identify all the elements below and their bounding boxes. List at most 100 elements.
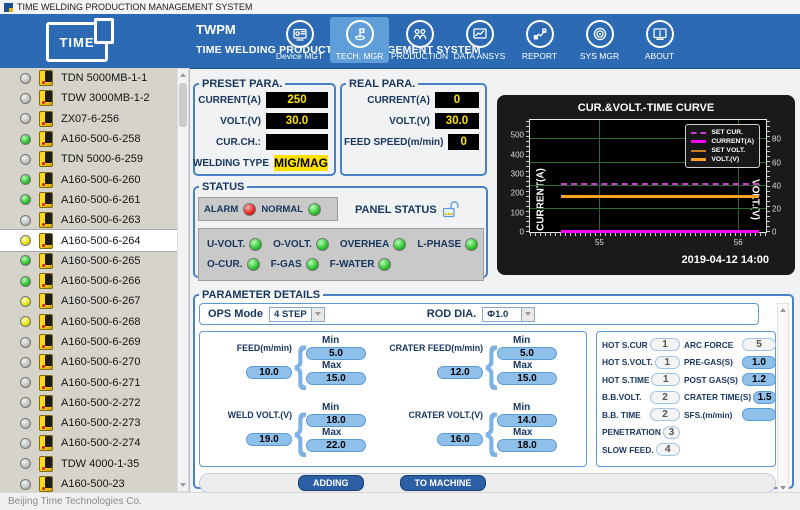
sidebar-item-tdn-5000mb-1-1[interactable]: TDN 5000MB-1-1	[0, 68, 178, 88]
min-value-pill[interactable]: 14.0	[497, 414, 557, 427]
sidebar-item-a160-500-6-270[interactable]: A160-500-6-270	[0, 352, 178, 372]
welding-type-display: MIG/MAG	[274, 155, 328, 171]
sidebar-item-a160-500-2-272[interactable]: A160-500-2-272	[0, 393, 178, 413]
list-param-label: POST GAS(S)	[684, 375, 738, 385]
min-value-pill[interactable]: 5.0	[497, 347, 557, 360]
min-label: Min	[513, 335, 530, 347]
group-value-pill[interactable]: 19.0	[246, 433, 292, 446]
sidebar-scrollbar[interactable]	[177, 68, 189, 492]
legend-entry-volt-v: VOLT.(V)	[691, 155, 754, 164]
nav-device-mgt[interactable]: Device MGT	[270, 17, 329, 63]
scroll-down-icon[interactable]	[178, 479, 188, 491]
list-param-pill[interactable]: 2	[650, 391, 680, 404]
alarm-led	[243, 203, 256, 216]
sidebar-item-a160-500-23[interactable]: A160-500-23	[0, 474, 178, 492]
sidebar-item-tdw-3000mb-1-2[interactable]: TDW 3000MB-1-2	[0, 88, 178, 108]
param-display-feed-speed-m-min: 0	[448, 134, 479, 150]
left-axis-tick: 500	[511, 131, 524, 140]
list-param-pill[interactable]	[742, 408, 776, 421]
list-param-pill[interactable]: 1	[651, 373, 680, 386]
indicator-u-volt: U-VOLT.	[207, 238, 262, 251]
min-value-pill[interactable]: 18.0	[306, 414, 366, 427]
param-row: CUR.CH.:	[197, 134, 328, 150]
list-param-pill[interactable]: 1.5	[753, 391, 776, 404]
max-value-pill[interactable]: 15.0	[497, 372, 557, 385]
ops-mode-value[interactable]: 4 STEP	[269, 307, 312, 322]
list-param-pill[interactable]: 1.0	[742, 356, 776, 369]
indicator-led	[249, 238, 262, 251]
window-icon	[4, 3, 13, 12]
legend-swatch	[691, 132, 706, 134]
list-param-sfs-m-min: SFS.(m/min)	[684, 408, 776, 421]
legend-entry-set-volt: SET VOLT.	[691, 146, 754, 155]
sidebar-item-a160-500-6-265[interactable]: A160-500-6-265	[0, 251, 178, 271]
group-value-pill[interactable]: 12.0	[437, 366, 483, 379]
nav-sys-mgr[interactable]: SYS MGR	[570, 17, 629, 63]
to-machine-button[interactable]: TO MACHINE	[400, 475, 487, 491]
production-icon	[406, 20, 434, 48]
scroll-up-icon[interactable]	[778, 304, 788, 316]
sidebar-item-a160-500-6-264[interactable]: A160-500-6-264	[0, 230, 178, 250]
sidebar-item-a160-500-6-258[interactable]: A160-500-6-258	[0, 129, 178, 149]
panel-status-label: PANEL STATUS	[355, 204, 437, 216]
params-scrollbar[interactable]	[777, 303, 789, 495]
sidebar-item-a160-500-6-260[interactable]: A160-500-6-260	[0, 169, 178, 189]
group-value-pill[interactable]: 16.0	[437, 433, 483, 446]
max-value-pill[interactable]: 22.0	[306, 439, 366, 452]
nav-report[interactable]: REPORT	[510, 17, 569, 63]
sidebar-item-a160-500-6-267[interactable]: A160-500-6-267	[0, 291, 178, 311]
nav-production[interactable]: PRODUCTION	[390, 17, 449, 63]
device-label: A160-500-23	[61, 478, 125, 490]
scroll-up-icon[interactable]	[178, 69, 188, 81]
sidebar-item-tdw-4000-1-35[interactable]: TDW 4000-1-35	[0, 454, 178, 474]
device-label: A160-500-6-266	[61, 275, 141, 287]
nav-about[interactable]: ABOUT	[630, 17, 689, 63]
list-param-pre-gas-s: PRE-GAS(S)1.0	[684, 356, 776, 369]
nav-tech-mgr[interactable]: TECH. MGR	[330, 17, 389, 63]
ops-mode-select[interactable]: 4 STEP	[269, 307, 325, 322]
chevron-down-icon[interactable]	[312, 307, 325, 322]
sidebar-item-a160-500-6-266[interactable]: A160-500-6-266	[0, 271, 178, 291]
max-value-pill[interactable]: 15.0	[306, 372, 366, 385]
welding-machine-icon	[39, 172, 53, 188]
preset-para-panel: PRESET PARA. CURRENT(A)250VOLT.(V)30.0CU…	[193, 78, 336, 176]
list-param-pill[interactable]: 2	[650, 408, 680, 421]
list-param-pill[interactable]: 1	[650, 338, 680, 351]
rod-dia-value[interactable]: Φ1.0	[482, 307, 522, 322]
list-param-arc-force: ARC FORCE5	[684, 338, 776, 351]
list-param-slow-feed: SLOW FEED.4	[602, 443, 680, 456]
list-param-pill[interactable]: 5	[742, 338, 776, 351]
min-label: Min	[513, 402, 530, 414]
list-param-pill[interactable]: 4	[656, 443, 680, 456]
sys-mgr-icon	[586, 20, 614, 48]
adding-button[interactable]: ADDING	[298, 475, 364, 491]
sidebar-item-a160-500-2-274[interactable]: A160-500-2-274	[0, 433, 178, 453]
indicator-led	[393, 238, 406, 251]
sidebar-item-a160-500-6-269[interactable]: A160-500-6-269	[0, 332, 178, 352]
rod-dia-select[interactable]: Φ1.0	[482, 307, 535, 322]
sidebar-item-zx07-6-256[interactable]: ZX07-6-256	[0, 109, 178, 129]
chevron-down-icon[interactable]	[522, 307, 535, 322]
right-axis-tick: 0	[772, 228, 776, 237]
legend-label: SET VOLT.	[711, 147, 745, 154]
nav-data-ansys[interactable]: DATA ANSYS	[450, 17, 509, 63]
sidebar-item-tdn-5000-6-259[interactable]: TDN 5000-6-259	[0, 149, 178, 169]
device-label: A160-500-2-273	[61, 417, 141, 429]
list-param-pill[interactable]: 3	[663, 426, 680, 439]
sidebar-item-a160-500-6-261[interactable]: A160-500-6-261	[0, 190, 178, 210]
device-label: A160-500-2-274	[61, 437, 141, 449]
min-value-pill[interactable]: 5.0	[306, 347, 366, 360]
scrollbar-thumb[interactable]	[179, 83, 187, 127]
panel-status: PANEL STATUS	[355, 201, 461, 218]
group-value-pill[interactable]: 10.0	[246, 366, 292, 379]
list-param-pill[interactable]: 1	[655, 356, 680, 369]
indicator-label: OVERHEA	[340, 239, 389, 250]
max-value-pill[interactable]: 18.0	[497, 439, 557, 452]
device-mgt-icon	[286, 20, 314, 48]
sidebar-item-a160-500-6-268[interactable]: A160-500-6-268	[0, 312, 178, 332]
welding-machine-icon	[39, 151, 53, 167]
sidebar-item-a160-500-2-273[interactable]: A160-500-2-273	[0, 413, 178, 433]
list-param-pill[interactable]: 1.2	[742, 373, 776, 386]
sidebar-item-a160-500-6-263[interactable]: A160-500-6-263	[0, 210, 178, 230]
sidebar-item-a160-500-6-271[interactable]: A160-500-6-271	[0, 372, 178, 392]
